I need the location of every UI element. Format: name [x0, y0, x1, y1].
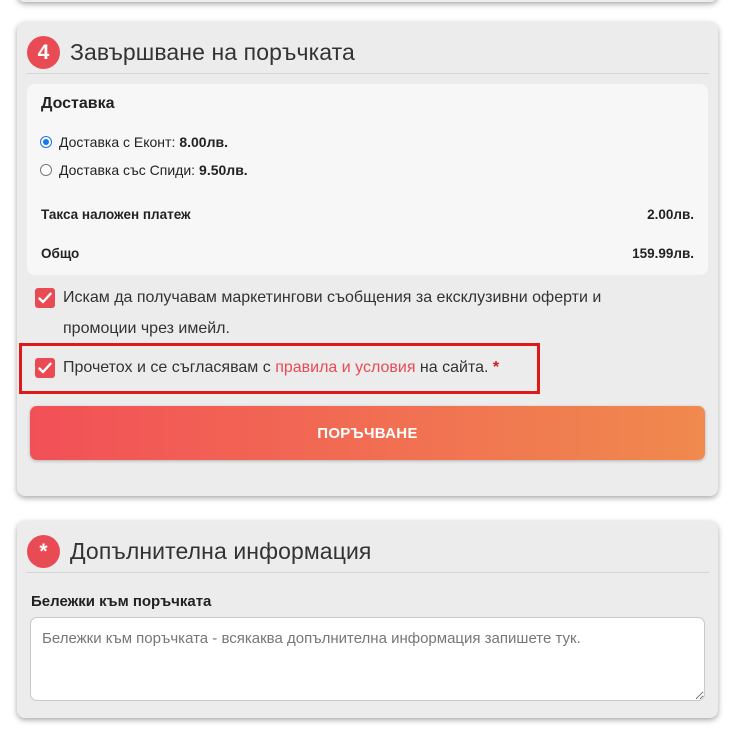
radio-button-selected[interactable] [40, 136, 52, 148]
total-value: 159.99лв. [632, 246, 694, 261]
additional-info-title: Допълнителна информация [70, 538, 372, 564]
radio-button[interactable] [40, 164, 52, 176]
terms-suffix: на сайта. [415, 359, 493, 376]
required-asterisk: * [492, 359, 500, 376]
additional-info-header: * Допълнителна информация [26, 531, 709, 573]
cod-fee-row: Такса наложен платеж 2.00лв. [41, 207, 694, 222]
asterisk-badge: * [27, 535, 60, 568]
shipping-option-price: 8.00лв. [179, 134, 228, 150]
terms-text: Прочетох и се съгласявам с правила и усл… [63, 352, 499, 383]
shipping-option-label: Доставка с Еконт: [59, 134, 176, 150]
previous-section-card [17, 0, 718, 2]
checkmark-icon [38, 362, 52, 374]
shipping-option-econt[interactable]: Доставка с Еконт: 8.00лв. [40, 134, 228, 150]
checkout-header: 4 Завършване на поръчката [26, 32, 709, 74]
checkmark-icon [38, 292, 52, 304]
order-notes-label: Бележки към поръчката [31, 593, 212, 610]
terms-checkbox[interactable] [35, 358, 55, 378]
terms-consent[interactable]: Прочетох и се съгласявам с правила и усл… [35, 352, 499, 383]
marketing-consent[interactable]: Искам да получавам маркетингови съобщени… [35, 282, 675, 344]
cod-fee-value: 2.00лв. [647, 207, 694, 222]
order-notes-textarea[interactable] [30, 617, 705, 701]
shipping-summary-box: Доставка Доставка с Еконт: 8.00лв. Доста… [27, 84, 708, 275]
terms-prefix: Прочетох и се съгласявам с [63, 359, 276, 376]
shipping-option-price: 9.50лв. [199, 162, 248, 178]
marketing-consent-text: Искам да получавам маркетингови съобщени… [63, 289, 602, 337]
cod-fee-label: Такса наложен платеж [41, 207, 191, 222]
shipping-option-label: Доставка със Спиди: [59, 162, 196, 178]
total-row: Общо 159.99лв. [41, 246, 694, 261]
step-number-badge: 4 [27, 36, 60, 69]
checkout-title: Завършване на поръчката [70, 39, 355, 65]
marketing-checkbox[interactable] [35, 288, 55, 308]
checkout-card: 4 Завършване на поръчката Доставка Доста… [17, 22, 718, 496]
additional-info-card: * Допълнителна информация Бележки към по… [17, 521, 718, 718]
place-order-button[interactable]: ПОРЪЧВАНЕ [30, 406, 705, 460]
terms-link[interactable]: правила и условия [275, 359, 415, 376]
shipping-option-speedy[interactable]: Доставка със Спиди: 9.50лв. [40, 162, 248, 178]
shipping-heading: Доставка [41, 95, 115, 112]
total-label: Общо [41, 246, 80, 261]
